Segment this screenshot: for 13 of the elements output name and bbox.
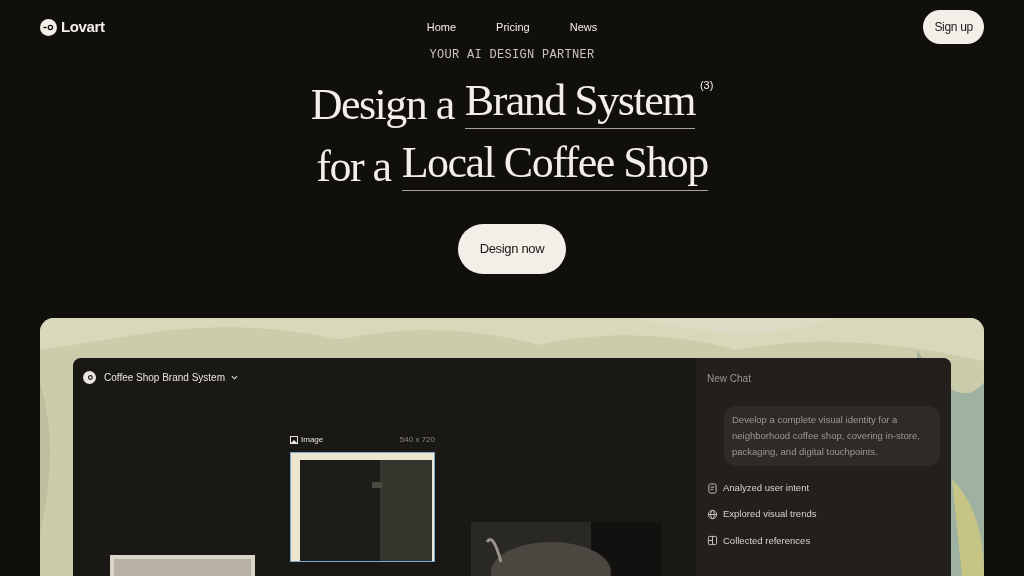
sign-up-button[interactable]: Sign up <box>923 10 984 44</box>
tagline: YOUR AI DESIGN PARTNER <box>429 47 595 64</box>
headline-link[interactable]: Brand System <box>464 74 695 129</box>
counter-label: (3) <box>699 78 714 92</box>
nav-link[interactable]: Home <box>426 18 457 36</box>
brand-name[interactable]: Lovart <box>61 15 105 39</box>
design-now-button[interactable]: Design now <box>458 224 566 274</box>
headline-link[interactable]: Local Coffee Shop <box>401 136 708 191</box>
headline-text: for a <box>316 141 391 193</box>
headline-text: Design a <box>310 79 454 131</box>
nav-link[interactable]: News <box>569 18 598 36</box>
nav-link[interactable]: Pricing <box>496 18 530 36</box>
logo-icon <box>40 18 57 36</box>
